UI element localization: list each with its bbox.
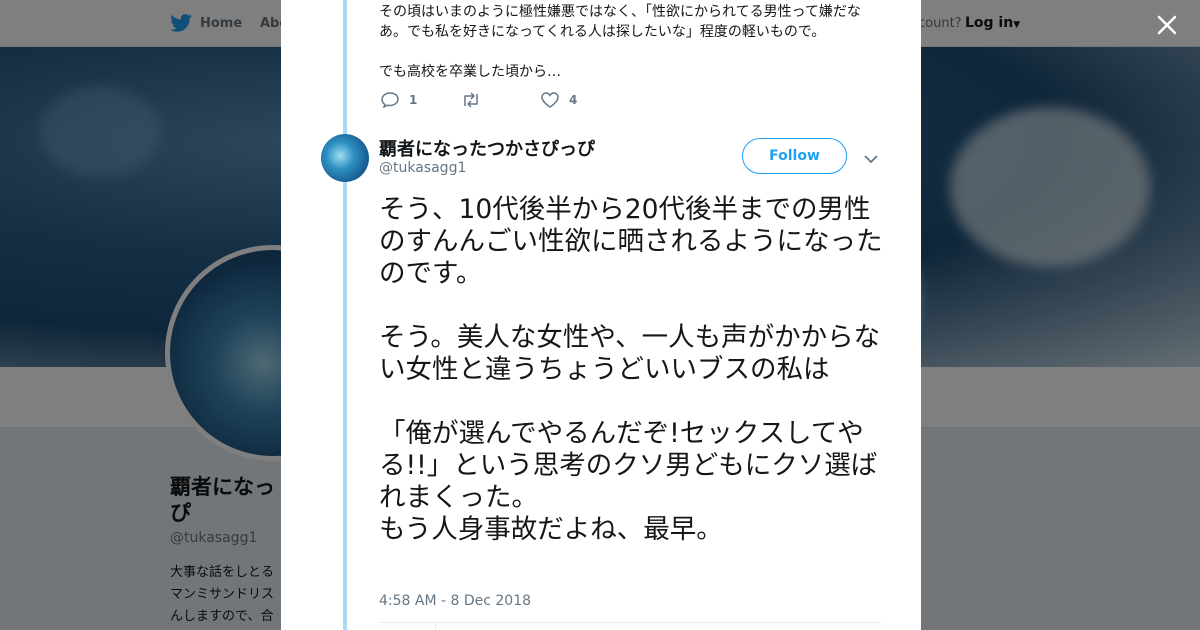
tweet-paragraph: そう、10代後半から20代後半までの男性のすんんごい性欲に晒されるようになったの… (379, 194, 883, 289)
previous-tweet-line: でも高校を卒業した頃から… (379, 64, 561, 80)
previous-tweet-actions: 1 4 (381, 92, 577, 108)
divider (435, 622, 436, 630)
previous-tweet-line: あ。でも私を好きになってくれる人は探したいな」程度の軽いもので。 (379, 24, 826, 40)
tweet-author-name[interactable]: 覇者になったつかさぴっぴ (379, 135, 595, 161)
like-icon (541, 92, 559, 108)
retweet-icon (464, 92, 478, 108)
close-button[interactable] (1154, 12, 1180, 38)
avatar[interactable] (321, 134, 369, 182)
tweet-paragraph: 「俺が選んでやるんだぞ!セックスしてやる!!」という思考のクソ男どもにクソ選ばれ… (379, 418, 878, 545)
tweet-text: そう、10代後半から20代後半までの男性のすんんごい性欲に晒されるようになったの… (379, 194, 884, 546)
retweet-button[interactable] (461, 92, 541, 108)
tweet-author-handle[interactable]: @tukasagg1 (379, 160, 466, 176)
tweet-paragraph: そう。美人な女性や、一人も声がかからない女性と違うちょうどいいブスの私は (379, 322, 881, 385)
like-button[interactable]: 4 (541, 92, 577, 108)
thread-connector (343, 0, 347, 630)
close-icon (1157, 15, 1177, 35)
tweet-modal: その頃はいまのように極性嫌悪ではなく、「性欲にかられてる男性って嫌だな あ。でも… (281, 0, 921, 630)
previous-tweet-text: その頃はいまのように極性嫌悪ではなく、「性欲にかられてる男性って嫌だな あ。でも… (379, 2, 879, 82)
divider (379, 622, 881, 623)
like-count: 4 (569, 93, 578, 107)
chevron-down-icon (864, 155, 878, 164)
reply-count: 1 (409, 93, 418, 107)
reply-button[interactable]: 1 (381, 92, 461, 108)
previous-tweet-line: その頃はいまのように極性嫌悪ではなく、「性欲にかられてる男性って嫌だな (379, 4, 861, 20)
reply-icon (381, 92, 399, 108)
tweet-timestamp[interactable]: 4:58 AM - 8 Dec 2018 (379, 593, 531, 609)
more-options-button[interactable] (864, 149, 878, 168)
follow-button[interactable]: Follow (742, 138, 847, 174)
